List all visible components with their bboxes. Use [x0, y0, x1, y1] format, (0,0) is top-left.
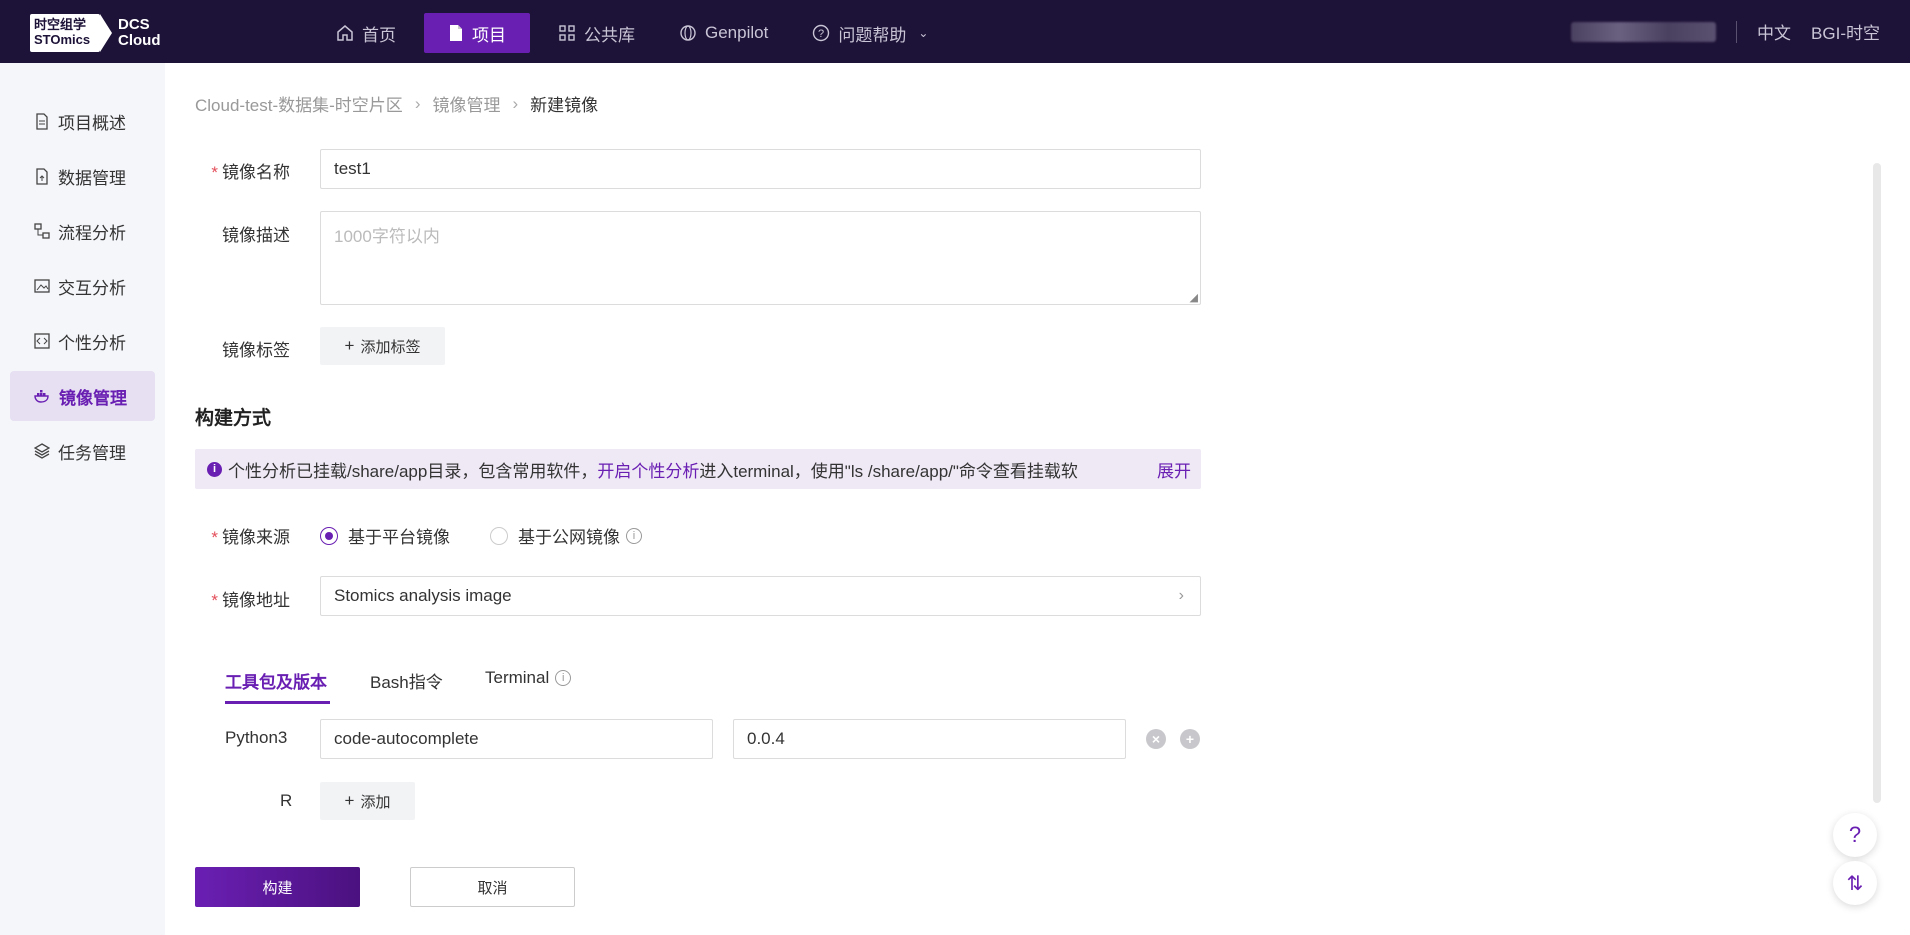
- add-tag-button[interactable]: + 添加标签: [320, 327, 445, 365]
- file-icon: [34, 112, 50, 130]
- plus-icon: +: [344, 791, 355, 810]
- build-button[interactable]: 构建: [195, 867, 360, 907]
- help-icon: ?: [812, 24, 830, 42]
- radio-public-image[interactable]: 基于公网镜像 i: [490, 523, 642, 548]
- chevron-right-icon: ›: [414, 93, 421, 113]
- nav-item-help[interactable]: ? 问题帮助 ⌄: [796, 13, 944, 53]
- top-navigation-bar: 时空组学 STOmics DCS Cloud 首页 项目 公共库 Genpilo…: [0, 0, 1910, 63]
- image-source-label: * 镜像来源: [211, 528, 290, 547]
- info-icon: i: [207, 461, 222, 477]
- chevron-down-icon: ⌄: [918, 26, 929, 40]
- image-description-label: 镜像描述: [222, 226, 290, 245]
- org-switch[interactable]: BGI-时空: [1811, 19, 1880, 44]
- radio-platform-image[interactable]: 基于平台镜像: [320, 523, 450, 548]
- image-description-textarea[interactable]: 1000字符以内 ◢: [320, 211, 1201, 305]
- python-label: Python3: [225, 728, 288, 747]
- main-nav: 首页 项目 公共库 Genpilot ? 问题帮助 ⌄: [320, 13, 956, 53]
- logo-arrow-shape: [100, 14, 112, 52]
- image-icon: [34, 278, 50, 294]
- radio-checked: [320, 526, 338, 545]
- top-right-area: 中文 BGI-时空: [1571, 0, 1880, 63]
- cancel-button[interactable]: 取消: [410, 867, 575, 907]
- add-circle-icon[interactable]: +: [1180, 729, 1200, 749]
- add-r-package-button[interactable]: + 添加: [320, 782, 415, 820]
- chevron-right-icon: ›: [1178, 587, 1184, 604]
- docker-icon: [34, 388, 51, 404]
- globe-icon: [679, 24, 697, 42]
- remove-icon[interactable]: ×: [1146, 729, 1166, 749]
- tab-bash[interactable]: Bash指令: [370, 668, 443, 693]
- home-icon: [336, 24, 354, 42]
- python-version-input[interactable]: 0.0.4: [733, 719, 1126, 759]
- info-banner: i 个性分析已挂载/share/app目录，包含常用软件， 开启个性分析 进入t…: [195, 449, 1201, 489]
- sidebar-item-custom[interactable]: 个性分析: [10, 316, 155, 366]
- resize-handle-icon[interactable]: ◢: [1190, 291, 1198, 304]
- image-name-input[interactable]: test1: [320, 149, 1201, 189]
- python-package-input[interactable]: code-autocomplete: [320, 719, 713, 759]
- plus-icon: +: [344, 336, 355, 355]
- image-address-label: * 镜像地址: [211, 591, 290, 610]
- enable-custom-analysis-link[interactable]: 开启个性分析: [597, 457, 699, 482]
- sidebar-item-overview[interactable]: 项目概述: [10, 96, 155, 146]
- radio-unchecked: [490, 526, 508, 545]
- svg-text:?: ?: [818, 28, 824, 40]
- scroll-toggle-button[interactable]: ⇅: [1833, 861, 1877, 905]
- image-tag-label: 镜像标签: [222, 341, 290, 360]
- breadcrumb: Cloud-test-数据集-时空片区 › 镜像管理 › 新建镜像: [195, 91, 598, 116]
- r-label: R: [280, 791, 293, 810]
- image-name-label: * 镜像名称: [211, 163, 290, 182]
- divider: [1736, 20, 1738, 43]
- image-address-select[interactable]: Stomics analysis image ›: [320, 576, 1201, 616]
- help-float-button[interactable]: ?: [1833, 813, 1877, 857]
- document-icon: [448, 24, 464, 42]
- sidebar-item-pipeline[interactable]: 流程分析: [10, 206, 155, 256]
- language-switch[interactable]: 中文: [1757, 19, 1791, 44]
- brand-logo[interactable]: 时空组学 STOmics DCS Cloud: [30, 14, 161, 52]
- code-icon: [34, 333, 50, 349]
- build-method-title: 构建方式: [195, 408, 272, 429]
- question-icon: ?: [1848, 822, 1862, 847]
- info-circle-icon[interactable]: i: [555, 670, 572, 686]
- sidebar-item-interactive[interactable]: 交互分析: [10, 261, 155, 311]
- sidebar-item-image-management[interactable]: 镜像管理: [10, 371, 155, 421]
- tab-terminal[interactable]: Terminal i: [485, 668, 572, 688]
- breadcrumb-project[interactable]: Cloud-test-数据集-时空片区: [195, 91, 403, 116]
- active-tab-indicator: [225, 701, 330, 704]
- expand-link[interactable]: 展开: [1157, 457, 1191, 482]
- layers-icon: [34, 443, 50, 459]
- grid-icon: [558, 24, 576, 42]
- main-content: Cloud-test-数据集-时空片区 › 镜像管理 › 新建镜像 * 镜像名称 …: [165, 63, 1910, 935]
- sidebar: 项目概述 数据管理 流程分析 交互分析 个性分析 镜像管理 任务管理: [0, 63, 165, 935]
- file-upload-icon: [34, 167, 50, 185]
- nav-item-home[interactable]: 首页: [320, 13, 412, 53]
- tab-toolkit-version[interactable]: 工具包及版本: [225, 668, 327, 693]
- chevron-right-icon: ›: [512, 93, 519, 113]
- redacted-user-info: [1571, 21, 1717, 42]
- vertical-scrollbar[interactable]: [1873, 163, 1881, 803]
- info-circle-icon[interactable]: i: [626, 527, 642, 544]
- nav-item-project[interactable]: 项目: [424, 13, 530, 53]
- breadcrumb-image-management[interactable]: 镜像管理: [432, 91, 500, 116]
- flow-icon: [34, 223, 50, 239]
- sidebar-item-tasks[interactable]: 任务管理: [10, 426, 155, 476]
- sidebar-item-data[interactable]: 数据管理: [10, 151, 155, 201]
- nav-item-public-library[interactable]: 公共库: [542, 13, 651, 53]
- nav-item-genpilot[interactable]: Genpilot: [663, 13, 784, 53]
- product-name: DCS Cloud: [118, 16, 161, 49]
- logo-mark: 时空组学 STOmics: [30, 14, 100, 52]
- breadcrumb-current: 新建镜像: [530, 96, 599, 115]
- swap-vertical-icon: ⇅: [1846, 872, 1864, 895]
